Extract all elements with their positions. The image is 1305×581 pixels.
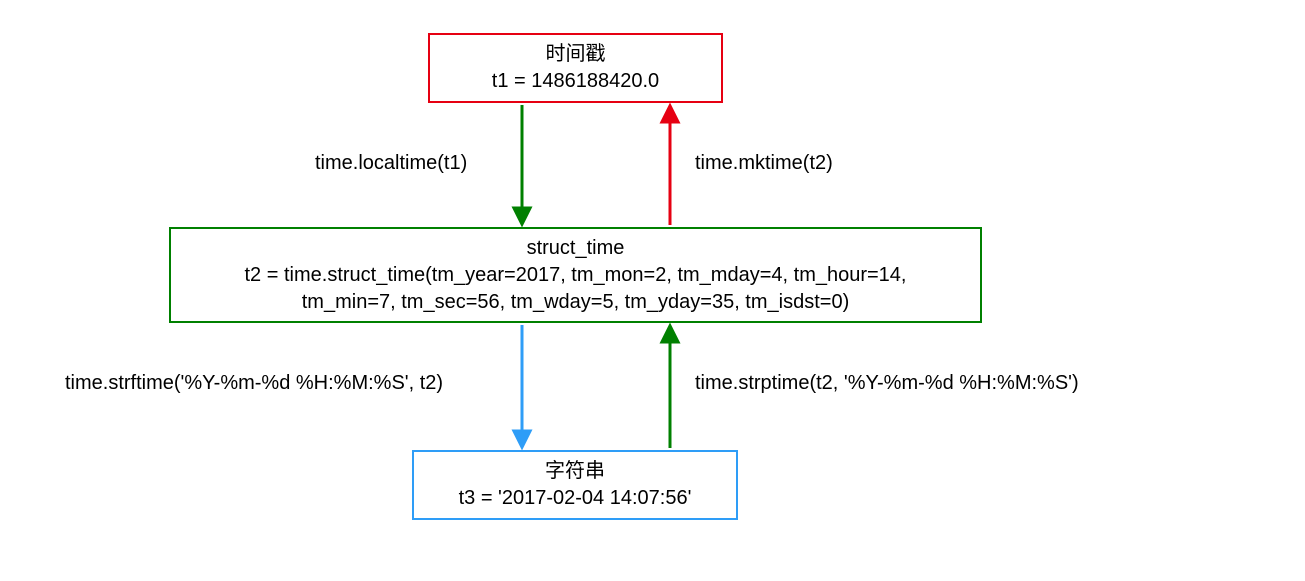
label-strftime: time.strftime('%Y-%m-%d %H:%M:%S', t2) bbox=[65, 372, 443, 395]
box-struct-time: struct_time t2 = time.struct_time(tm_yea… bbox=[169, 227, 982, 323]
label-localtime: time.localtime(t1) bbox=[315, 152, 467, 175]
box-string-value: t3 = '2017-02-04 14:07:56' bbox=[459, 485, 692, 512]
box-timestamp-title: 时间戳 bbox=[546, 41, 606, 68]
box-timestamp-value: t1 = 1486188420.0 bbox=[492, 68, 659, 95]
label-mktime: time.mktime(t2) bbox=[695, 152, 833, 175]
box-struct-time-value: t2 = time.struct_time(tm_year=2017, tm_m… bbox=[245, 262, 907, 316]
box-string: 字符串 t3 = '2017-02-04 14:07:56' bbox=[412, 450, 738, 520]
box-timestamp: 时间戳 t1 = 1486188420.0 bbox=[428, 33, 723, 103]
box-string-title: 字符串 bbox=[545, 458, 605, 485]
label-strptime: time.strptime(t2, '%Y-%m-%d %H:%M:%S') bbox=[695, 372, 1079, 395]
box-struct-time-title: struct_time bbox=[527, 235, 625, 262]
